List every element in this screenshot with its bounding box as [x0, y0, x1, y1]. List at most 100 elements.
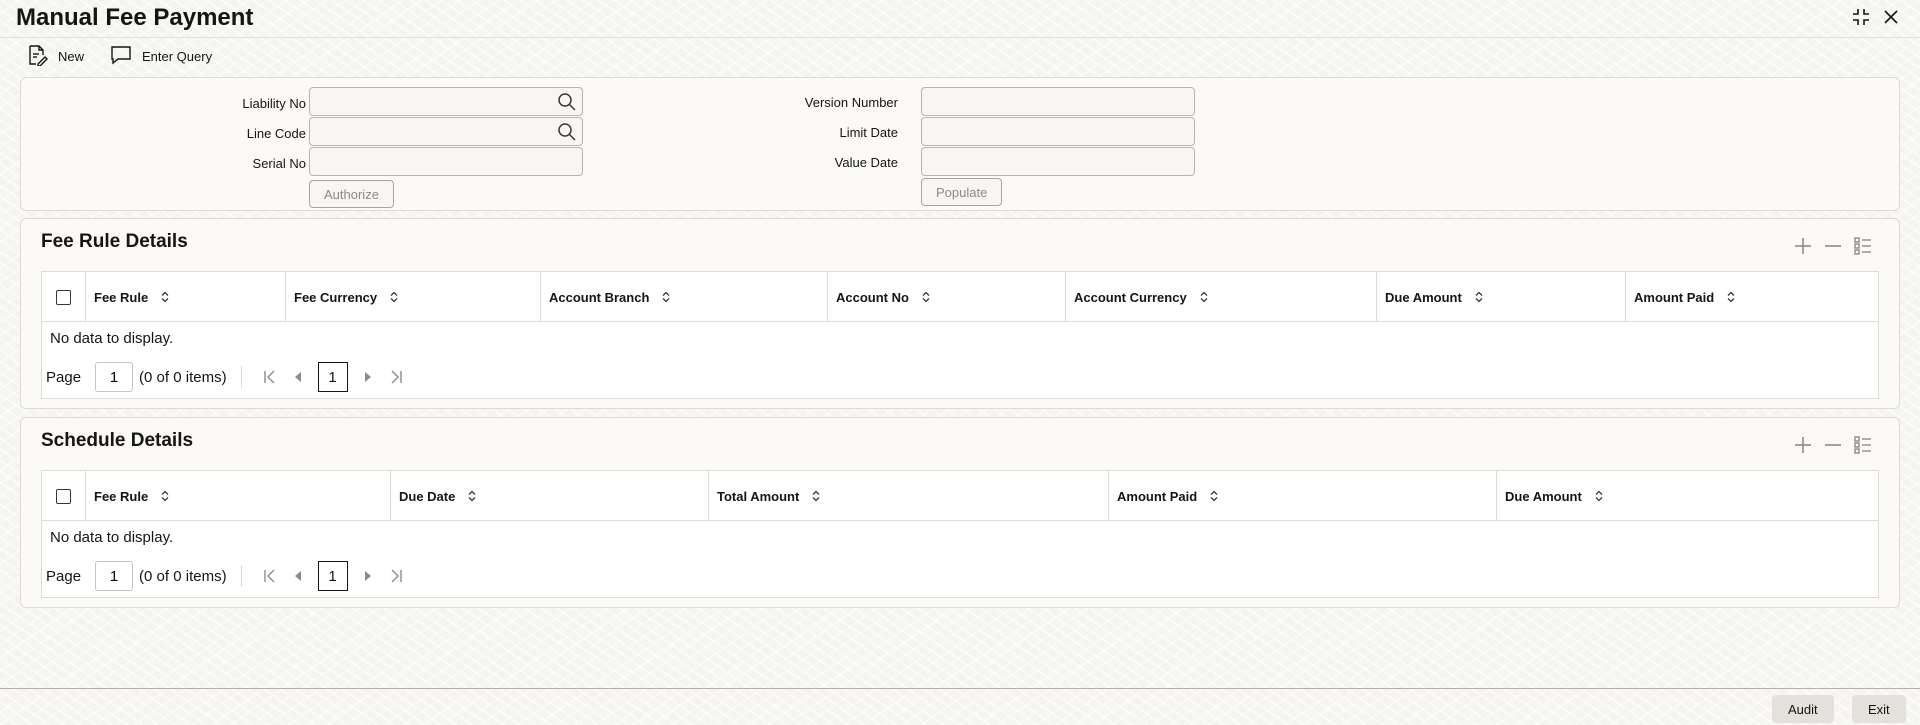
col-fee-rule[interactable]: Fee Rule: [86, 272, 286, 322]
col-label: Fee Currency: [294, 289, 378, 305]
version-number-input[interactable]: [921, 87, 1195, 116]
speech-bubble-icon: [110, 44, 132, 69]
page-label: Page: [46, 567, 82, 585]
previous-page-icon[interactable]: [290, 568, 306, 584]
pager-divider: [240, 565, 242, 587]
col-label: Amount Paid: [1634, 289, 1715, 305]
page-number-input[interactable]: [95, 362, 134, 392]
page-title: Manual Fee Payment: [16, 4, 254, 31]
schedule-grid: Fee Rule Due Date Total Amount Amount Pa…: [41, 470, 1879, 598]
col-due-amount[interactable]: Due Amount: [1377, 272, 1626, 322]
col-label: Account Branch: [549, 289, 650, 305]
schedule-pager: Page (0 of 0 items) 1: [46, 561, 410, 591]
col-label: Total Amount: [717, 488, 800, 504]
fee-rule-empty-message: No data to display.: [50, 330, 174, 347]
close-icon[interactable]: [1880, 6, 1902, 28]
col-label: Due Amount: [1505, 488, 1582, 504]
col-account-currency[interactable]: Account Currency: [1066, 272, 1377, 322]
fee-rule-details-panel: Fee Rule Details Fee Rule Fee Currency A…: [20, 218, 1900, 409]
enter-query-label: Enter Query: [142, 48, 213, 64]
delete-row-icon[interactable]: [1823, 236, 1843, 256]
footer-bar: Audit Exit: [0, 688, 1920, 725]
sort-icon: [1594, 490, 1604, 502]
col-label: Fee Rule: [94, 289, 149, 305]
populate-button[interactable]: Populate: [921, 178, 1003, 206]
enter-query-button[interactable]: Enter Query: [110, 43, 212, 69]
page-number-input[interactable]: [95, 561, 134, 591]
current-page-button[interactable]: 1: [317, 561, 348, 591]
select-all-cell: [42, 471, 86, 521]
col-label: Due Date: [399, 488, 456, 504]
serial-no-input[interactable]: [309, 147, 583, 176]
first-page-icon[interactable]: [262, 369, 278, 385]
schedule-empty-message: No data to display.: [50, 529, 174, 546]
fee-rule-grid: Fee Rule Fee Currency Account Branch Acc…: [41, 271, 1879, 399]
sort-icon: [467, 490, 477, 502]
fee-rule-grid-header: Fee Rule Fee Currency Account Branch Acc…: [42, 272, 1878, 322]
limit-date-label: Limit Date: [839, 125, 898, 140]
col-amount-paid[interactable]: Amount Paid: [1626, 272, 1878, 322]
toolbar: New Enter Query: [0, 38, 1920, 74]
new-label: New: [58, 48, 85, 64]
col-account-no[interactable]: Account No: [828, 272, 1066, 322]
sort-icon: [389, 291, 399, 303]
select-all-cell: [42, 272, 86, 322]
add-row-icon[interactable]: [1793, 236, 1813, 256]
delete-row-icon[interactable]: [1823, 435, 1843, 455]
col-label: Amount Paid: [1117, 488, 1198, 504]
col-total-amount[interactable]: Total Amount: [709, 471, 1109, 521]
col-label: Due Amount: [1385, 289, 1462, 305]
col-due-amount[interactable]: Due Amount: [1497, 471, 1878, 521]
fee-rule-details-title: Fee Rule Details: [41, 231, 188, 252]
schedule-grid-header: Fee Rule Due Date Total Amount Amount Pa…: [42, 471, 1878, 521]
new-document-icon: [26, 44, 48, 69]
title-bar: Manual Fee Payment: [0, 0, 1920, 38]
pager-divider: [240, 366, 242, 388]
select-all-checkbox[interactable]: [56, 289, 71, 305]
sort-icon: [1209, 490, 1219, 502]
line-code-label: Line Code: [246, 126, 306, 141]
add-row-icon[interactable]: [1793, 435, 1813, 455]
select-all-checkbox[interactable]: [56, 488, 71, 504]
new-button[interactable]: New: [26, 43, 84, 69]
col-fee-rule[interactable]: Fee Rule: [86, 471, 391, 521]
search-icon[interactable]: [557, 122, 577, 142]
col-due-date[interactable]: Due Date: [391, 471, 709, 521]
last-page-icon[interactable]: [388, 568, 404, 584]
single-record-view-icon[interactable]: [1853, 236, 1873, 256]
authorize-button[interactable]: Authorize: [309, 180, 394, 208]
col-fee-currency[interactable]: Fee Currency: [286, 272, 541, 322]
col-label: Account No: [836, 289, 909, 305]
next-page-icon[interactable]: [360, 369, 376, 385]
last-page-icon[interactable]: [388, 369, 404, 385]
page-label: Page: [46, 368, 82, 386]
liability-no-label: Liability No: [242, 96, 306, 111]
sort-icon: [921, 291, 931, 303]
audit-button[interactable]: Audit: [1772, 695, 1834, 723]
fee-rule-pager: Page (0 of 0 items) 1: [46, 362, 410, 392]
col-label: Account Currency: [1074, 289, 1187, 305]
line-code-input[interactable]: [309, 117, 583, 146]
sort-icon: [1474, 291, 1484, 303]
first-page-icon[interactable]: [262, 568, 278, 584]
exit-button[interactable]: Exit: [1852, 695, 1906, 723]
items-count: (0 of 0 items): [139, 567, 227, 585]
sort-icon: [160, 490, 170, 502]
single-record-view-icon[interactable]: [1853, 435, 1873, 455]
col-account-branch[interactable]: Account Branch: [541, 272, 828, 322]
search-icon[interactable]: [557, 92, 577, 112]
sort-icon: [160, 291, 170, 303]
current-page-button[interactable]: 1: [317, 362, 348, 392]
limit-date-input[interactable]: [921, 117, 1195, 146]
value-date-label: Value Date: [834, 155, 898, 170]
next-page-icon[interactable]: [360, 568, 376, 584]
header-form-panel: Liability No Line Code Serial No Authori…: [20, 77, 1900, 211]
col-amount-paid[interactable]: Amount Paid: [1109, 471, 1497, 521]
previous-page-icon[interactable]: [290, 369, 306, 385]
sort-icon: [1726, 291, 1736, 303]
value-date-input[interactable]: [921, 147, 1195, 176]
items-count: (0 of 0 items): [139, 368, 227, 386]
collapse-icon[interactable]: [1850, 6, 1872, 28]
fee-rule-grid-tools: [1793, 236, 1873, 256]
liability-no-input[interactable]: [309, 87, 583, 116]
